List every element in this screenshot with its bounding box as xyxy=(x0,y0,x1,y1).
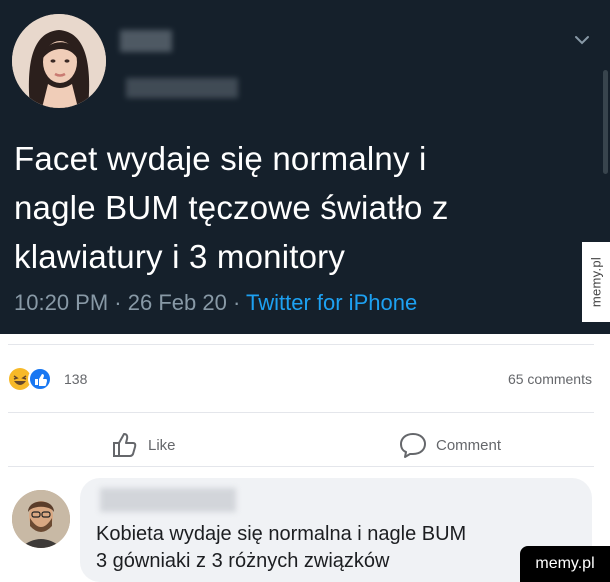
comment-button[interactable]: Comment xyxy=(398,428,501,462)
comment-text-line: Kobieta wydaje się normalna i nagle BUM xyxy=(96,523,467,545)
watermark-corner-text: memy.pl xyxy=(535,555,595,572)
chevron-down-icon[interactable] xyxy=(572,30,592,50)
commenter-avatar[interactable] xyxy=(12,490,70,548)
scrollbar[interactable] xyxy=(603,70,608,174)
like-label: Like xyxy=(148,436,176,454)
thumbs-up-icon xyxy=(113,433,137,457)
tweet-text-line: Facet wydaje się normalny i xyxy=(14,140,427,177)
meta-separator: · xyxy=(232,290,241,315)
like-button[interactable]: Like xyxy=(110,428,176,462)
like-reaction-icon xyxy=(28,367,52,391)
speech-bubble-icon xyxy=(400,433,426,458)
watermark-side-text: memy.pl xyxy=(588,256,604,308)
tweet-meta: 10:20 PM · 26 Feb 20 · Twitter for iPhon… xyxy=(14,290,417,316)
divider xyxy=(8,344,594,345)
divider xyxy=(8,466,594,467)
man-photo-icon xyxy=(12,490,70,548)
tweet-card: Facet wydaje się normalny i nagle BUM tę… xyxy=(0,0,610,334)
tweet-author-avatar[interactable] xyxy=(12,14,106,108)
laugh-reaction-icon xyxy=(9,368,31,390)
comments-count[interactable]: 65 comments xyxy=(508,371,592,387)
tweet-date[interactable]: 26 Feb 20 xyxy=(128,290,227,315)
tweet-source-link[interactable]: Twitter for iPhone xyxy=(246,290,417,315)
author-handle-blurred xyxy=(126,78,238,98)
author-name-blurred xyxy=(120,30,172,52)
comment-text: Kobieta wydaje się normalna i nagle BUM … xyxy=(96,521,526,575)
tweet-text-line: nagle BUM tęczowe światło z xyxy=(14,189,449,226)
comment-text-line: 3 gówniaki z 3 różnych związków xyxy=(96,550,390,572)
divider xyxy=(8,412,594,413)
tweet-text: Facet wydaje się normalny i nagle BUM tę… xyxy=(14,134,574,281)
reaction-count[interactable]: 138 xyxy=(64,371,87,387)
watermark-side: memy.pl xyxy=(582,242,610,322)
tweet-time[interactable]: 10:20 PM xyxy=(14,290,108,315)
watermark-corner: memy.pl xyxy=(520,546,610,582)
reactions-icons[interactable] xyxy=(8,367,58,391)
tweet-text-line: klawiatury i 3 monitory xyxy=(14,238,346,275)
meta-separator: · xyxy=(114,290,122,315)
woman-photo-icon xyxy=(12,14,106,108)
comment-label: Comment xyxy=(436,436,502,454)
commenter-name-blurred xyxy=(100,488,236,512)
